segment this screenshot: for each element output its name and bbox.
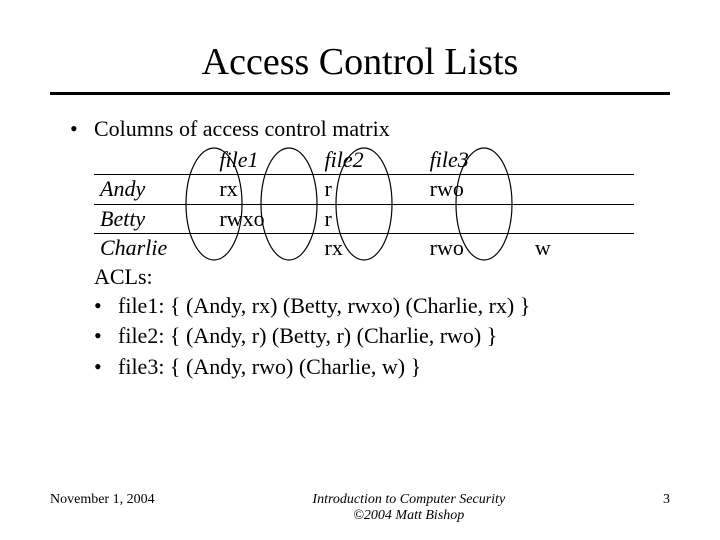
cell [529, 204, 634, 234]
acl-line: • file2: { (Andy, r) (Betty, r) (Charlie… [94, 322, 670, 351]
cell [424, 204, 529, 234]
cell: w [529, 234, 634, 263]
col-header: file3 [424, 146, 529, 175]
row-name: Betty [94, 204, 213, 234]
footer-title: Introduction to Computer Security [312, 492, 505, 508]
cell: rx [319, 234, 424, 263]
footer-date: November 1, 2004 [50, 492, 155, 508]
cell: rx [213, 175, 318, 205]
table-header-row: file1 file2 file3 [94, 146, 634, 175]
row-name: Charlie [94, 234, 213, 263]
cell: r [319, 204, 424, 234]
acl-text: file3: { (Andy, rwo) (Charlie, w) } [118, 353, 421, 382]
table-row: Andy rx r rwo [94, 175, 634, 205]
table-row: Charlie rx rwo w [94, 234, 634, 263]
acl-text: file1: { (Andy, rx) (Betty, rwxo) (Charl… [118, 292, 530, 321]
bullet-dot-icon: • [70, 115, 94, 144]
cell [529, 175, 634, 205]
matrix-table-wrap: file1 file2 file3 Andy rx r rwo Betty rw… [94, 146, 634, 263]
table-row: Betty rwxo r [94, 204, 634, 234]
cell [213, 234, 318, 263]
footer-center: Introduction to Computer Security ©2004 … [312, 492, 505, 524]
bullet-dot-icon: • [94, 322, 118, 351]
bullet-dot-icon: • [94, 353, 118, 382]
acl-line: • file1: { (Andy, rx) (Betty, rwxo) (Cha… [94, 292, 670, 321]
col-header: file2 [319, 146, 424, 175]
bullet-intro-text: Columns of access control matrix [94, 115, 390, 144]
row-name: Andy [94, 175, 213, 205]
acls-label: ACLs: [94, 263, 670, 292]
cell: rwxo [213, 204, 318, 234]
slide-footer: November 1, 2004 Introduction to Compute… [50, 492, 670, 524]
slide-content: • Columns of access control matrix file1… [50, 115, 670, 381]
acl-text: file2: { (Andy, r) (Betty, r) (Charlie, … [118, 322, 497, 351]
acl-line: • file3: { (Andy, rwo) (Charlie, w) } [94, 353, 670, 382]
bullet-dot-icon: • [94, 292, 118, 321]
cell: r [319, 175, 424, 205]
cell: rwo [424, 175, 529, 205]
col-header: file1 [213, 146, 318, 175]
access-matrix-table: file1 file2 file3 Andy rx r rwo Betty rw… [94, 146, 634, 263]
bullet-intro: • Columns of access control matrix [70, 115, 670, 144]
footer-copyright: ©2004 Matt Bishop [312, 508, 505, 524]
acls-block: ACLs: • file1: { (Andy, rx) (Betty, rwxo… [94, 263, 670, 381]
title-rule [50, 92, 670, 95]
slide-title: Access Control Lists [50, 40, 670, 84]
col-header [529, 146, 634, 175]
footer-page-number: 3 [663, 492, 670, 508]
cell: rwo [424, 234, 529, 263]
